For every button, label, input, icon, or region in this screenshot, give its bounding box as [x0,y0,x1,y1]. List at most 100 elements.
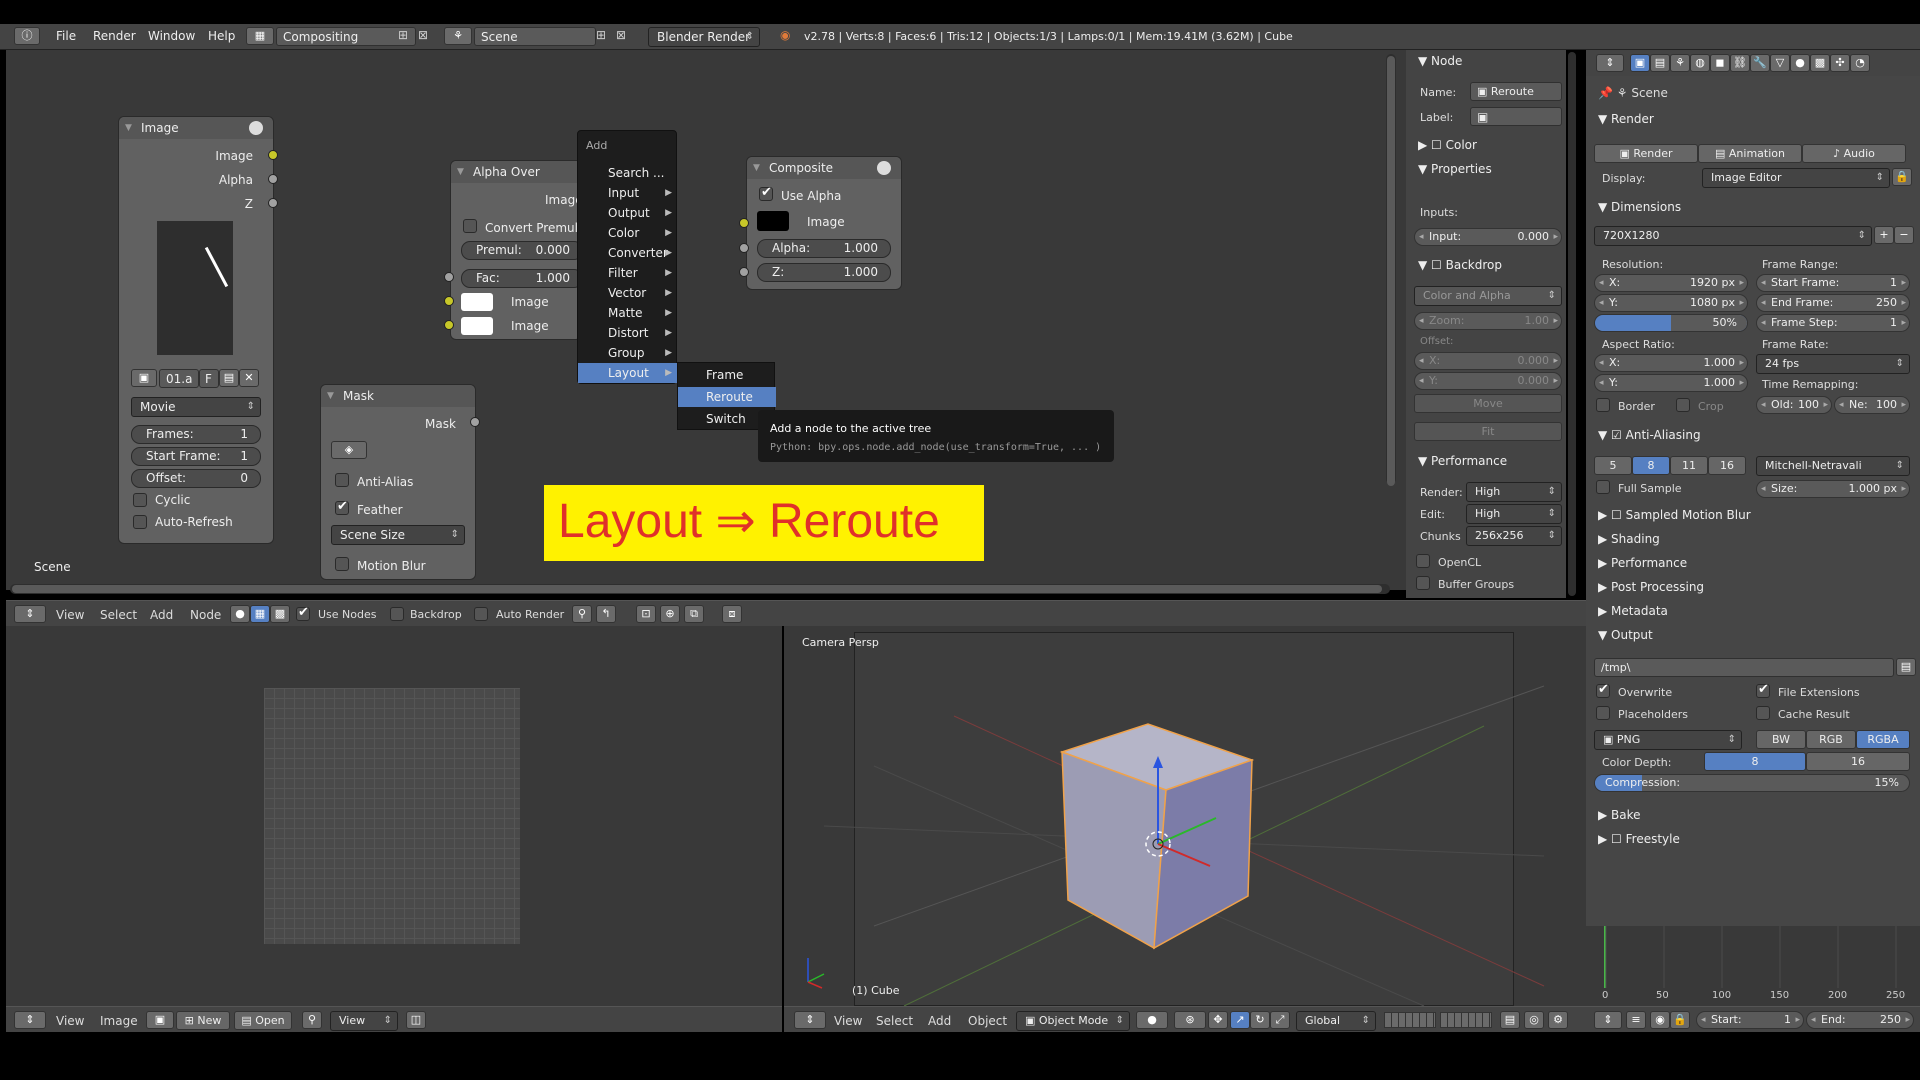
timeline-editor-type-icon[interactable]: ⇕ [1594,1011,1622,1029]
menu-item-distort[interactable]: Distort ▶ [578,323,678,343]
menu-item-converter[interactable]: Converter ▶ [578,243,678,263]
composite-node[interactable]: Composite Use Alpha Image Alpha:1.000 Z:… [746,156,902,290]
render-preview-icon[interactable]: ◎ [1524,1011,1544,1029]
start-frame-field[interactable]: Start Frame:1 [131,447,261,466]
texture-tab-icon[interactable]: ▩ [1810,54,1830,72]
auto-render-checkbox[interactable] [474,607,488,621]
image-name-field[interactable]: 01.a [159,369,199,388]
convert-premul-checkbox[interactable] [463,219,477,233]
mask-browse-icon[interactable]: ◈ [331,441,367,459]
alpha-over-color1-swatch[interactable] [461,293,493,311]
data-tab-icon[interactable]: ▽ [1770,54,1790,72]
menu-help[interactable]: Help [208,29,235,43]
viewport-menu-select[interactable]: Select [876,1014,913,1028]
screen-layout-field[interactable]: Compositing [276,27,416,46]
node-editor-hscroll[interactable] [10,584,1390,594]
image-editor[interactable] [6,626,782,1008]
render-engine-dropdown[interactable]: Blender Render [648,27,760,47]
use-alpha-checkbox[interactable] [759,185,773,201]
node-menu-node[interactable]: Node [190,608,221,622]
menu-item-color[interactable]: Color ▶ [578,223,678,243]
dimensions-section[interactable]: ▼ Dimensions [1598,200,1681,214]
resolution-y-field[interactable]: Y:1080 px [1594,294,1748,312]
menu-item-group[interactable]: Group ▶ [578,343,678,363]
image-menu-image[interactable]: Image [100,1014,138,1028]
node-panel-scroll[interactable] [1568,52,1576,596]
timeline-menu-icon[interactable]: ≡ [1626,1011,1646,1029]
lock-interface-icon[interactable]: 🔒 [1892,168,1912,186]
resolution-percentage-slider[interactable]: 50% [1594,314,1748,332]
animation-button[interactable]: ▤ Animation [1698,144,1802,163]
backdrop-checkbox[interactable] [390,607,404,621]
image-node[interactable]: Image Image Alpha Z ▣ 01.a F ▤ ✕ Movie F… [118,116,274,544]
submenu-item-reroute[interactable]: Reroute [678,387,776,407]
color-depth-8-button[interactable]: 8 [1704,752,1806,771]
input-value-field[interactable]: Input:0.000 [1414,228,1562,246]
image-output-socket[interactable] [268,150,278,160]
backdrop-section[interactable]: ▼ ☐ Backdrop [1418,258,1502,272]
lock-layers-icon[interactable]: ▤ [1500,1011,1520,1029]
properties-section[interactable]: ▼ Properties [1418,162,1492,176]
fake-user-button[interactable]: F [199,369,219,388]
mask-node-header[interactable]: Mask [321,385,475,407]
overwrite-checkbox[interactable] [1596,682,1610,698]
properties-editor-type-icon[interactable]: ⇕ [1596,54,1624,72]
shading-section[interactable]: ▶ Shading [1598,532,1660,546]
premul-field[interactable]: Premul: 0.000 [461,241,583,260]
time-remap-old-field[interactable]: Old:100 [1756,396,1832,414]
auto-refresh-checkbox[interactable] [133,515,147,529]
object-tab-icon[interactable]: ◼ [1710,54,1730,72]
aa-samples-8[interactable]: 8 [1632,456,1670,475]
viewport-editor-type-icon[interactable]: ⇕ [794,1011,826,1029]
remove-preset-icon[interactable]: − [1894,226,1914,244]
info-editor-icon[interactable]: ⓘ [14,27,40,45]
frames-field[interactable]: Frames: 1 [131,425,261,444]
unlink-image-icon[interactable]: ✕ [239,369,259,387]
aspect-x-field[interactable]: X:1.000 [1594,354,1748,372]
translate-icon[interactable]: ↗ [1230,1011,1250,1029]
output-section[interactable]: ▼ Output [1598,628,1653,642]
keying-lock-icon[interactable]: 🔒 [1670,1011,1690,1029]
frame-step-field[interactable]: Frame Step:1 [1756,314,1910,332]
cyclic-checkbox[interactable] [133,493,147,507]
image-browse-icon[interactable]: ▣ [146,1011,174,1029]
compositing-nodes-icon[interactable]: ▦ [250,605,270,623]
mask-size-dropdown[interactable]: Scene Size [331,525,465,545]
filter-size-field[interactable]: Size:1.000 px [1756,480,1910,498]
sampled-motion-blur-section[interactable]: ▶ ☐ Sampled Motion Blur [1598,508,1751,522]
menu-item-vector[interactable]: Vector ▶ [578,283,678,303]
resolution-x-field[interactable]: X:1920 px [1594,274,1748,292]
parent-tree-icon[interactable]: ↰ [596,605,616,623]
image2-input-socket[interactable] [444,320,454,330]
node-editor-vscroll[interactable] [1386,54,1396,486]
object-mode-dropdown[interactable]: ▣ Object Mode [1016,1011,1130,1031]
composite-image-swatch[interactable] [757,211,789,231]
image-editor-type-icon[interactable]: ⇕ [14,1011,46,1029]
alpha-output-socket[interactable] [268,174,278,184]
layer-buttons-1[interactable] [1384,1012,1436,1028]
render-quality-dropdown[interactable]: High [1466,482,1562,502]
placeholders-checkbox[interactable] [1596,706,1610,720]
buffer-groups-checkbox[interactable] [1416,576,1430,590]
anti-aliasing-section[interactable]: ▼ ☑ Anti-Aliasing [1598,428,1701,442]
pin-icon[interactable]: ⚲ [572,605,592,623]
node-label-field[interactable]: ▣ [1470,107,1562,126]
output-path-field[interactable]: /tmp\ [1594,658,1894,677]
color-rgba-button[interactable]: RGBA [1856,730,1910,749]
performance-section[interactable]: ▼ Performance [1418,454,1507,468]
layer-buttons-2[interactable] [1440,1012,1492,1028]
composite-alpha-socket[interactable] [739,243,749,253]
metadata-section[interactable]: ▶ Metadata [1598,604,1668,618]
color-rgb-button[interactable]: RGB [1806,730,1856,749]
composite-alpha-field[interactable]: Alpha: 1.000 [757,239,891,258]
pin-image-icon[interactable]: ⚲ [302,1011,322,1029]
end-frame-field[interactable]: End Frame:250 [1756,294,1910,312]
freestyle-section[interactable]: ▶ ☐ Freestyle [1598,832,1680,846]
image1-input-socket[interactable] [444,296,454,306]
manipulator-icon[interactable]: ✥ [1208,1011,1228,1029]
shader-nodes-icon[interactable]: ● [230,605,250,623]
color-section[interactable]: ▶ ☐ Color [1418,138,1477,152]
frame-rate-dropdown[interactable]: 24 fps [1756,354,1910,374]
physics-tab-icon[interactable]: ◔ [1850,54,1870,72]
constraints-tab-icon[interactable]: ⛓ [1730,54,1750,72]
